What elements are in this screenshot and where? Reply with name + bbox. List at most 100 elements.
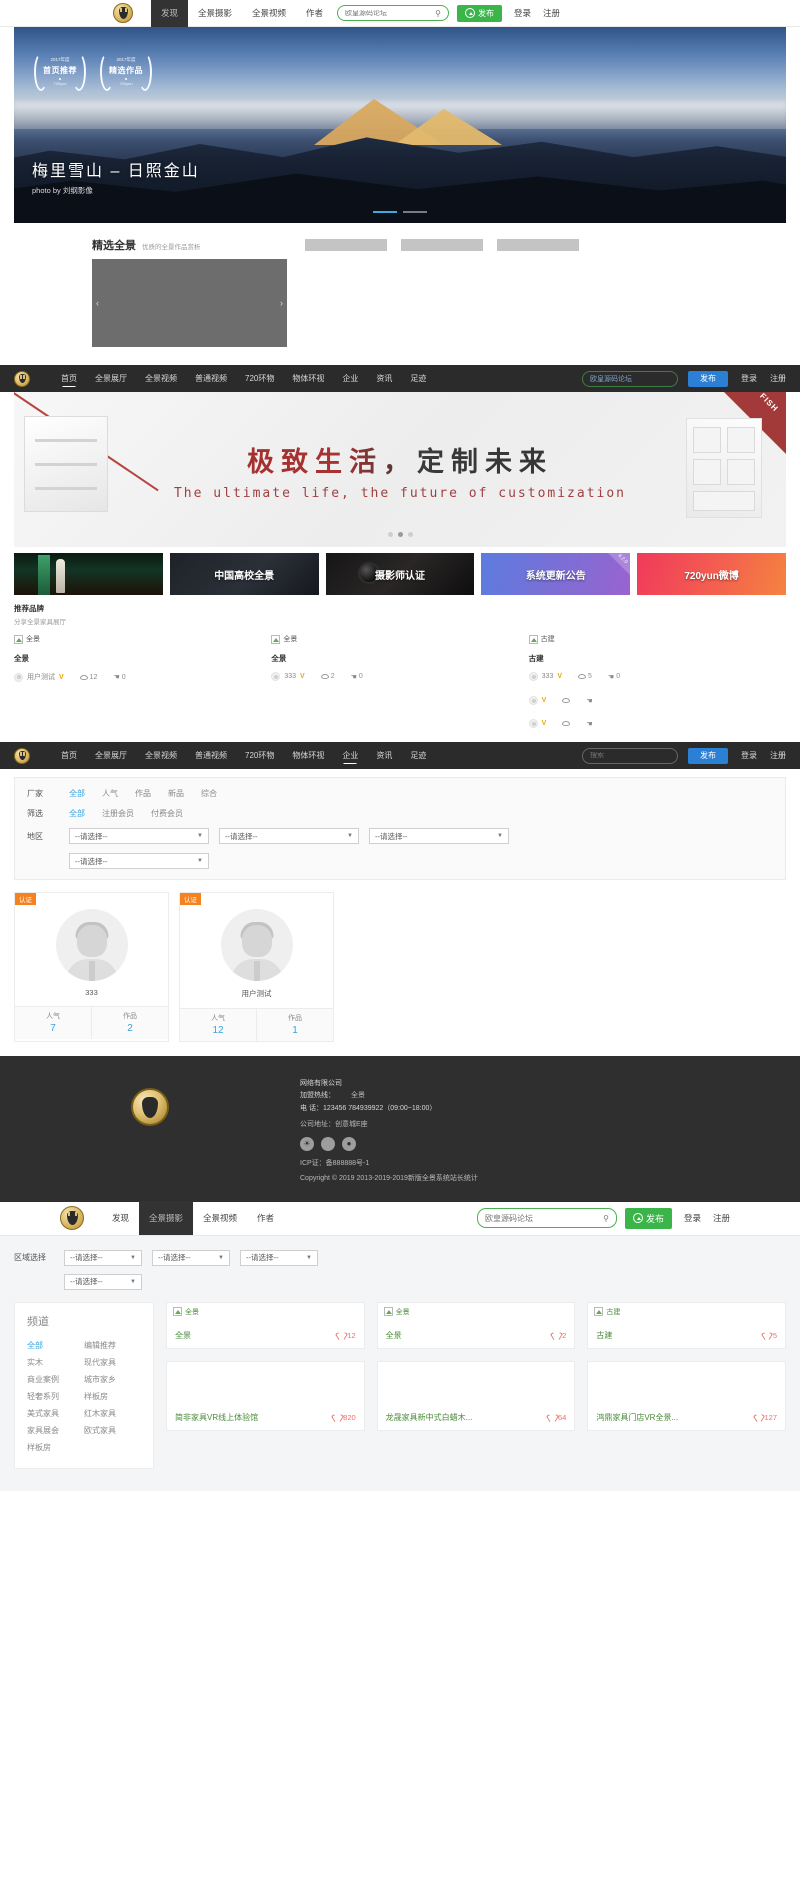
filter-option-new[interactable]: 新品: [168, 788, 184, 799]
region-select-district[interactable]: --请选择-- ▼: [240, 1249, 318, 1266]
carousel-dot-3[interactable]: [407, 532, 413, 537]
featured-main-thumbnail[interactable]: ‹ ›: [92, 259, 287, 347]
like-metric[interactable]: 820: [334, 1413, 356, 1422]
channel-item-european-furniture[interactable]: 欧式家具: [84, 1422, 141, 1439]
nav-item-footprint[interactable]: 足迹: [401, 742, 435, 769]
search-input[interactable]: [590, 375, 670, 382]
login-link[interactable]: 登录: [514, 7, 531, 19]
carousel-dot-1[interactable]: [373, 211, 397, 213]
region-select-province[interactable]: --请选择-- ▼: [69, 828, 209, 844]
region-select-extra[interactable]: --请选择-- ▼: [69, 853, 209, 869]
brand-item[interactable]: 全景 全景 333 V 2 ☚ 0: [271, 634, 528, 682]
filter-option-works[interactable]: 作品: [135, 788, 151, 799]
site-logo[interactable]: [113, 3, 133, 23]
banner-carousel-dots[interactable]: [14, 532, 786, 537]
login-link[interactable]: 登录: [741, 750, 757, 761]
nav-item-normal-video[interactable]: 普通视频: [186, 365, 236, 392]
nav-item-home[interactable]: 首页: [52, 742, 86, 769]
nav-item-enterprise[interactable]: 企业: [333, 365, 367, 392]
promo-card-update-notice[interactable]: 4.2.0 系统更新公告: [481, 553, 631, 595]
search-box[interactable]: [582, 747, 678, 764]
filter-option-paid[interactable]: 付费会员: [151, 808, 183, 819]
nav-item-object-view[interactable]: 物体环视: [283, 742, 333, 769]
register-link[interactable]: 注册: [713, 1212, 730, 1224]
promo-card-university[interactable]: 中国高校全景: [169, 553, 319, 595]
channel-item-editor-pick[interactable]: 编辑推荐: [84, 1337, 141, 1354]
filter-option-all[interactable]: 全部: [69, 788, 85, 799]
site-logo[interactable]: [14, 747, 30, 764]
brand-author[interactable]: 333: [542, 673, 554, 680]
nav-item-footprint[interactable]: 足迹: [401, 365, 435, 392]
nav-item-720-object[interactable]: 720环物: [236, 742, 283, 769]
weibo-icon[interactable]: [321, 1137, 335, 1151]
brand-item[interactable]: 古建 古建 333 V 5 ☚ 0: [528, 634, 786, 682]
site-logo[interactable]: [60, 1206, 84, 1230]
register-link[interactable]: 注册: [770, 750, 786, 761]
nav-item-author[interactable]: 作者: [296, 0, 333, 27]
pano-card[interactable]: 简非家具VR线上体验馆 820: [166, 1360, 365, 1431]
chevron-left-icon[interactable]: ‹: [96, 298, 99, 308]
like-metric[interactable]: 127: [756, 1413, 778, 1422]
search-box[interactable]: ⚲: [476, 1208, 617, 1228]
login-link[interactable]: 登录: [684, 1212, 701, 1224]
channel-item-show-flat[interactable]: 样板房: [84, 1388, 141, 1405]
nav-item-pano-video[interactable]: 全景视频: [136, 365, 186, 392]
pano-card[interactable]: 古建 古建 5: [587, 1301, 787, 1349]
search-icon[interactable]: ⚲: [603, 1214, 609, 1223]
brand-item[interactable]: 全景 全景 用户测试 V 12 ☚ 0: [14, 634, 271, 682]
channel-item-solid-wood[interactable]: 实木: [27, 1354, 84, 1371]
channel-item-rosewood-furniture[interactable]: 红木家具: [84, 1405, 141, 1422]
nav-item-720-object[interactable]: 720环物: [236, 365, 283, 392]
channel-item-modern-furniture[interactable]: 现代家具: [84, 1354, 141, 1371]
nav-item-pano-photo[interactable]: 全景摄影: [188, 0, 242, 27]
filter-option-all[interactable]: 全部: [69, 808, 85, 819]
nav-item-pano-video[interactable]: 全景视频: [136, 742, 186, 769]
chevron-right-icon[interactable]: ›: [280, 298, 283, 308]
like-metric[interactable]: 12: [338, 1331, 355, 1340]
region-select-province[interactable]: --请选择-- ▼: [64, 1249, 142, 1266]
register-link[interactable]: 注册: [770, 373, 786, 384]
promo-card-rocket[interactable]: [14, 553, 163, 595]
hero-carousel-dots[interactable]: [14, 211, 786, 213]
pano-card[interactable]: 龙晟家具新中式白蜡木... 64: [376, 1360, 576, 1431]
publish-button[interactable]: 发布: [688, 370, 728, 387]
publish-button[interactable]: 发布: [624, 1207, 672, 1229]
featured-thumb[interactable]: [401, 239, 483, 251]
filter-option-composite[interactable]: 综合: [201, 788, 217, 799]
nav-item-author[interactable]: 作者: [247, 1201, 284, 1235]
nav-item-news[interactable]: 资讯: [367, 365, 401, 392]
search-box[interactable]: ⚲: [336, 5, 449, 21]
like-metric[interactable]: 2: [553, 1331, 566, 1340]
login-link[interactable]: 登录: [741, 373, 757, 384]
featured-thumb[interactable]: [305, 239, 387, 251]
search-box[interactable]: [582, 370, 678, 387]
channel-item-american-furniture[interactable]: 美式家具: [27, 1405, 84, 1422]
nav-item-news[interactable]: 资讯: [367, 742, 401, 769]
site-logo[interactable]: [14, 370, 30, 387]
carousel-dot-1[interactable]: [387, 532, 393, 537]
region-select-city[interactable]: --请选择-- ▼: [152, 1249, 230, 1266]
pano-card[interactable]: 鸿鼎家具门店VR全景... 127: [587, 1360, 787, 1431]
channel-item-city-hometown[interactable]: 城市家乡: [84, 1371, 141, 1388]
pano-card[interactable]: 全景 全景 2: [376, 1301, 576, 1349]
promo-card-weibo[interactable]: 720yun微博: [637, 553, 786, 595]
hero-banner[interactable]: 2017年度 首页推荐 720yun 2017年度 精选作品 720yun 梅里…: [14, 27, 786, 223]
channel-item-furniture-expo[interactable]: 家具展会: [27, 1422, 84, 1439]
user-card[interactable]: 认证 用户测试 人气 12 作品 1: [179, 892, 334, 1042]
user-name[interactable]: 用户测试: [180, 988, 333, 999]
wechat-icon[interactable]: ☀: [300, 1137, 314, 1151]
region-select-extra[interactable]: --请选择-- ▼: [64, 1273, 142, 1290]
channel-item-light-luxury[interactable]: 轻奢系列: [27, 1388, 84, 1405]
like-metric[interactable]: 64: [549, 1413, 566, 1422]
nav-item-enterprise[interactable]: 企业: [333, 742, 367, 769]
search-icon[interactable]: ⚲: [435, 9, 441, 18]
search-input[interactable]: [344, 9, 433, 17]
nav-item-pano-video[interactable]: 全景视频: [242, 0, 296, 27]
nav-item-home[interactable]: 首页: [52, 365, 86, 392]
promo-card-photographer-cert[interactable]: 摄影师认证: [325, 553, 475, 595]
filter-option-registered[interactable]: 注册会员: [102, 808, 134, 819]
nav-item-pano-gallery[interactable]: 全景展厅: [86, 742, 136, 769]
user-name[interactable]: 333: [15, 988, 168, 997]
nav-item-pano-video[interactable]: 全景视频: [193, 1201, 247, 1235]
nav-item-pano-gallery[interactable]: 全景展厅: [86, 365, 136, 392]
